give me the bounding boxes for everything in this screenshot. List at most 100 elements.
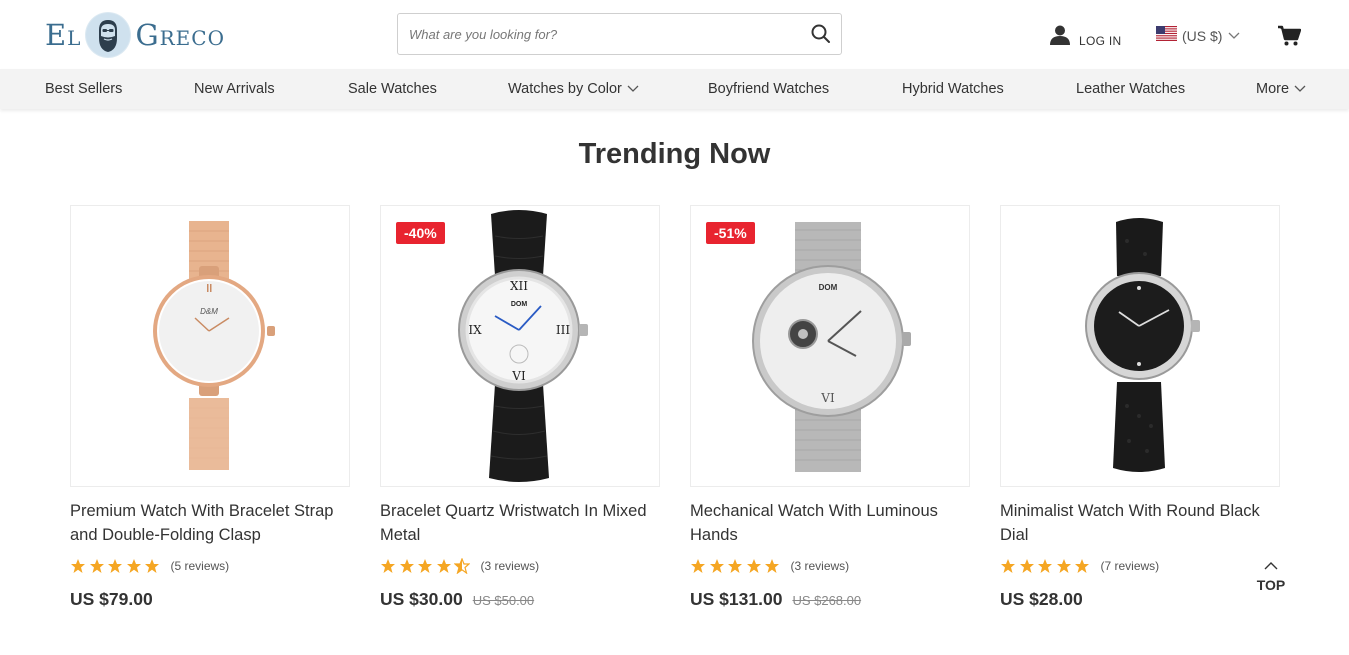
product-card: D&M Premium Watch With Bracelet Strap an… — [70, 205, 350, 610]
star-icon — [70, 558, 86, 574]
product-rating: (3 reviews) — [380, 557, 660, 575]
star-icon — [144, 558, 160, 574]
back-to-top-label: TOP — [1256, 577, 1286, 593]
star-icon — [1074, 558, 1090, 574]
product-title[interactable]: Bracelet Quartz Wristwatch In Mixed Meta… — [380, 499, 660, 547]
product-title[interactable]: Minimalist Watch With Round Black Dial — [1000, 499, 1280, 547]
beard-face-icon — [85, 12, 132, 58]
nav-label: Boyfriend Watches — [708, 81, 830, 97]
search-input[interactable] — [398, 14, 798, 54]
back-to-top-button[interactable]: TOP — [1252, 557, 1290, 593]
nav-item-hybrid-watches[interactable]: Hybrid Watches — [902, 69, 1004, 109]
svg-text:XII: XII — [510, 279, 528, 293]
svg-text:D&M: D&M — [200, 307, 218, 316]
star-rating — [1000, 558, 1093, 574]
product-rating: (7 reviews) — [1000, 557, 1280, 575]
star-rating — [380, 557, 473, 575]
nav-label: Leather Watches — [1076, 81, 1186, 97]
svg-text:III: III — [556, 323, 570, 337]
search-icon[interactable] — [809, 22, 833, 46]
chevron-down-icon — [1228, 27, 1240, 45]
star-rating — [690, 558, 783, 574]
chevron-down-icon — [1294, 85, 1306, 92]
star-icon — [690, 558, 706, 574]
product-image[interactable]: XII VI IX III DOM -40% — [380, 205, 660, 487]
star-rating — [70, 558, 163, 574]
price-row: US $79.00 — [70, 589, 350, 610]
star-icon — [727, 558, 743, 574]
star-half-icon — [453, 557, 471, 575]
product-price: US $28.00 — [1000, 589, 1083, 609]
nav-item-new-arrivals[interactable]: New Arrivals — [194, 69, 275, 109]
nav-item-boyfriend-watches[interactable]: Boyfriend Watches — [708, 69, 829, 109]
nav-item-best-sellers[interactable]: Best Sellers — [45, 69, 122, 109]
original-price: US $50.00 — [472, 593, 535, 608]
star-icon — [1037, 558, 1053, 574]
currency-label: (US $) — [1182, 28, 1223, 44]
product-price: US $79.00 — [70, 589, 153, 609]
star-icon — [126, 558, 142, 574]
price-row: US $131.00 US $268.00 — [690, 589, 970, 610]
product-image[interactable]: DOM VI -51% — [690, 205, 970, 487]
review-count[interactable]: (3 reviews) — [481, 559, 540, 573]
product-card: XII VI IX III DOM -40% Bracelet Quartz W… — [380, 205, 660, 610]
header: El Greco LOG IN — [0, 0, 1349, 69]
price-row: US $28.00 — [1000, 589, 1280, 610]
chevron-up-icon — [1264, 562, 1278, 570]
star-icon — [436, 558, 452, 574]
product-title[interactable]: Premium Watch With Bracelet Strap and Do… — [70, 499, 350, 547]
product-card: DOM VI -51% Mechanical Watch With Lumino… — [690, 205, 970, 610]
us-flag-icon — [1156, 26, 1177, 46]
star-icon — [417, 558, 433, 574]
nav-label: New Arrivals — [194, 81, 275, 97]
login-link[interactable]: LOG IN — [1049, 24, 1121, 51]
nav-label: Best Sellers — [45, 81, 123, 97]
user-icon — [1049, 24, 1071, 51]
star-icon — [89, 558, 105, 574]
login-label: LOG IN — [1079, 33, 1122, 48]
star-icon — [1056, 558, 1072, 574]
product-image[interactable] — [1000, 205, 1280, 487]
review-count[interactable]: (3 reviews) — [791, 559, 850, 573]
review-count[interactable]: (5 reviews) — [171, 559, 230, 573]
star-icon — [746, 558, 762, 574]
logo[interactable]: El Greco — [45, 10, 225, 60]
svg-text:VI: VI — [511, 369, 526, 383]
star-icon — [399, 558, 415, 574]
star-icon — [107, 558, 123, 574]
original-price: US $268.00 — [792, 593, 862, 608]
product-image[interactable]: D&M — [70, 205, 350, 487]
nav-label: Sale Watches — [348, 81, 437, 97]
svg-text:VI: VI — [820, 391, 835, 405]
nav-label: Hybrid Watches — [902, 81, 1004, 97]
nav-label: More — [1256, 81, 1290, 97]
product-card: Minimalist Watch With Round Black Dial (… — [1000, 205, 1280, 610]
product-title[interactable]: Mechanical Watch With Luminous Hands — [690, 499, 970, 547]
nav-label: Watches by Color — [508, 81, 622, 97]
chevron-down-icon — [627, 85, 639, 92]
nav-item-more[interactable]: More — [1256, 69, 1306, 109]
star-icon — [1019, 558, 1035, 574]
product-price: US $131.00 — [690, 589, 783, 609]
discount-badge: -40% — [396, 222, 445, 244]
logo-text-right: Greco — [135, 18, 225, 52]
svg-text:DOM: DOM — [511, 301, 528, 308]
star-icon — [380, 558, 396, 574]
section-heading: Trending Now — [578, 138, 771, 170]
search-box — [397, 13, 842, 55]
nav-item-watches-by-color[interactable]: Watches by Color — [508, 69, 639, 109]
nav-item-sale-watches[interactable]: Sale Watches — [348, 69, 437, 109]
currency-selector[interactable]: (US $) — [1156, 26, 1240, 46]
star-icon — [1000, 558, 1016, 574]
discount-badge: -51% — [706, 222, 755, 244]
star-icon — [764, 558, 780, 574]
cart-icon[interactable] — [1277, 25, 1302, 52]
review-count[interactable]: (7 reviews) — [1101, 559, 1160, 573]
product-price: US $30.00 — [380, 589, 463, 609]
product-rating: (5 reviews) — [70, 557, 350, 575]
svg-text:DOM: DOM — [819, 283, 838, 292]
main-nav: Best Sellers New Arrivals Sale Watches W… — [0, 69, 1349, 109]
star-icon — [709, 558, 725, 574]
logo-text-left: El — [45, 18, 82, 52]
nav-item-leather-watches[interactable]: Leather Watches — [1076, 69, 1185, 109]
